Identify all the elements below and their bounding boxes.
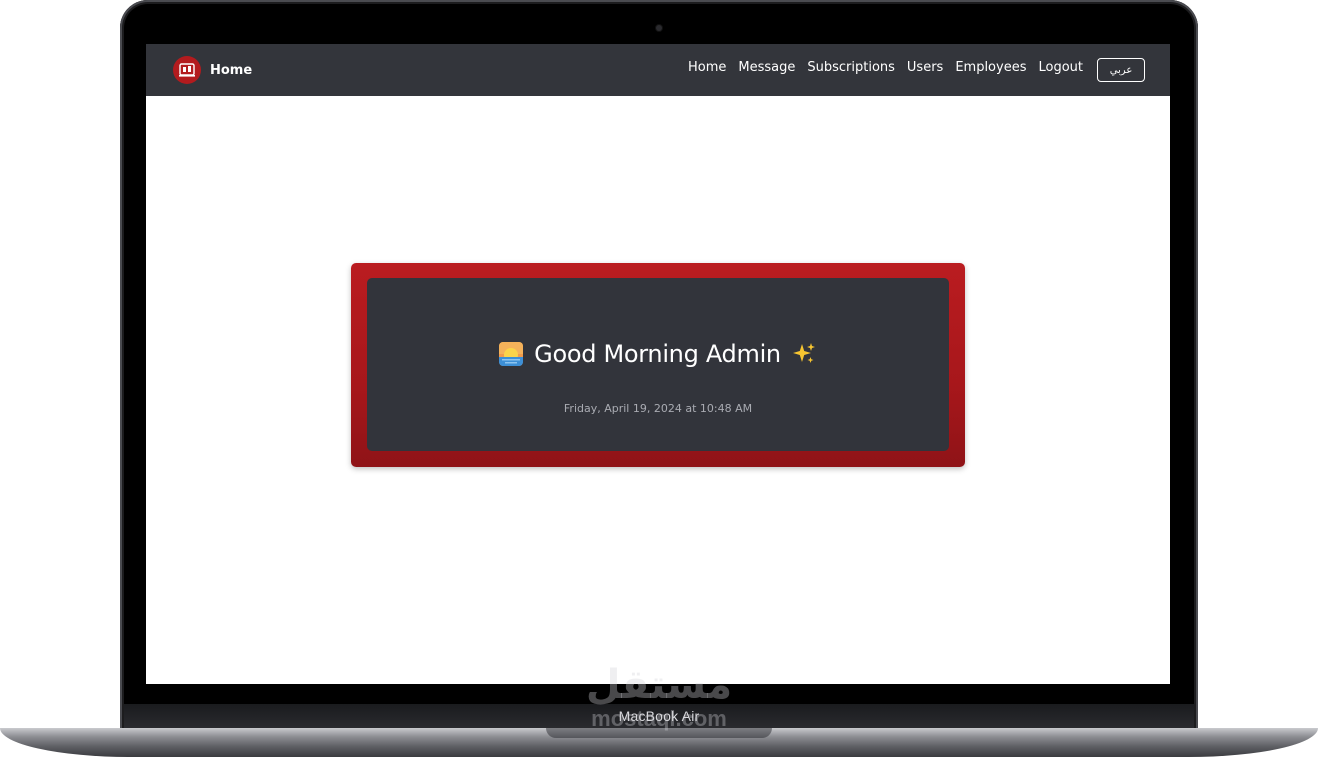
camera-icon (656, 25, 662, 31)
nav-link-message[interactable]: Message (738, 60, 795, 75)
nav-link-users[interactable]: Users (907, 60, 943, 75)
greeting-datetime: Friday, April 19, 2024 at 10:48 AM (563, 402, 753, 415)
top-navbar: Home Home Message Subscriptions Users Em… (146, 44, 1170, 96)
brand[interactable]: Home (173, 56, 252, 84)
sunrise-icon (499, 342, 524, 366)
nav-link-logout[interactable]: Logout (1038, 60, 1083, 75)
language-toggle-button[interactable]: عربي (1097, 58, 1145, 82)
greeting-heading: Good Morning Admin (367, 340, 949, 368)
nav-link-subscriptions[interactable]: Subscriptions (807, 60, 895, 75)
app-screen: Home Home Message Subscriptions Users Em… (146, 44, 1170, 684)
nav-link-employees[interactable]: Employees (955, 60, 1026, 75)
screen-bezel-bottom (146, 684, 1170, 704)
nav-link-home[interactable]: Home (688, 60, 726, 75)
laptop-base-notch (546, 728, 772, 738)
greeting-card-inner: Good Morning Admin Friday, April 19, 202… (367, 278, 949, 451)
brand-title: Home (210, 62, 253, 78)
greeting-text: Good Morning Admin (534, 340, 781, 368)
device-model-label: MacBook Air (618, 708, 700, 724)
sparkles-icon (792, 343, 815, 363)
logo-icon (173, 56, 201, 84)
nav-links: Home Message Subscriptions Users Employe… (688, 60, 1083, 75)
greeting-card: Good Morning Admin Friday, April 19, 202… (351, 263, 965, 467)
